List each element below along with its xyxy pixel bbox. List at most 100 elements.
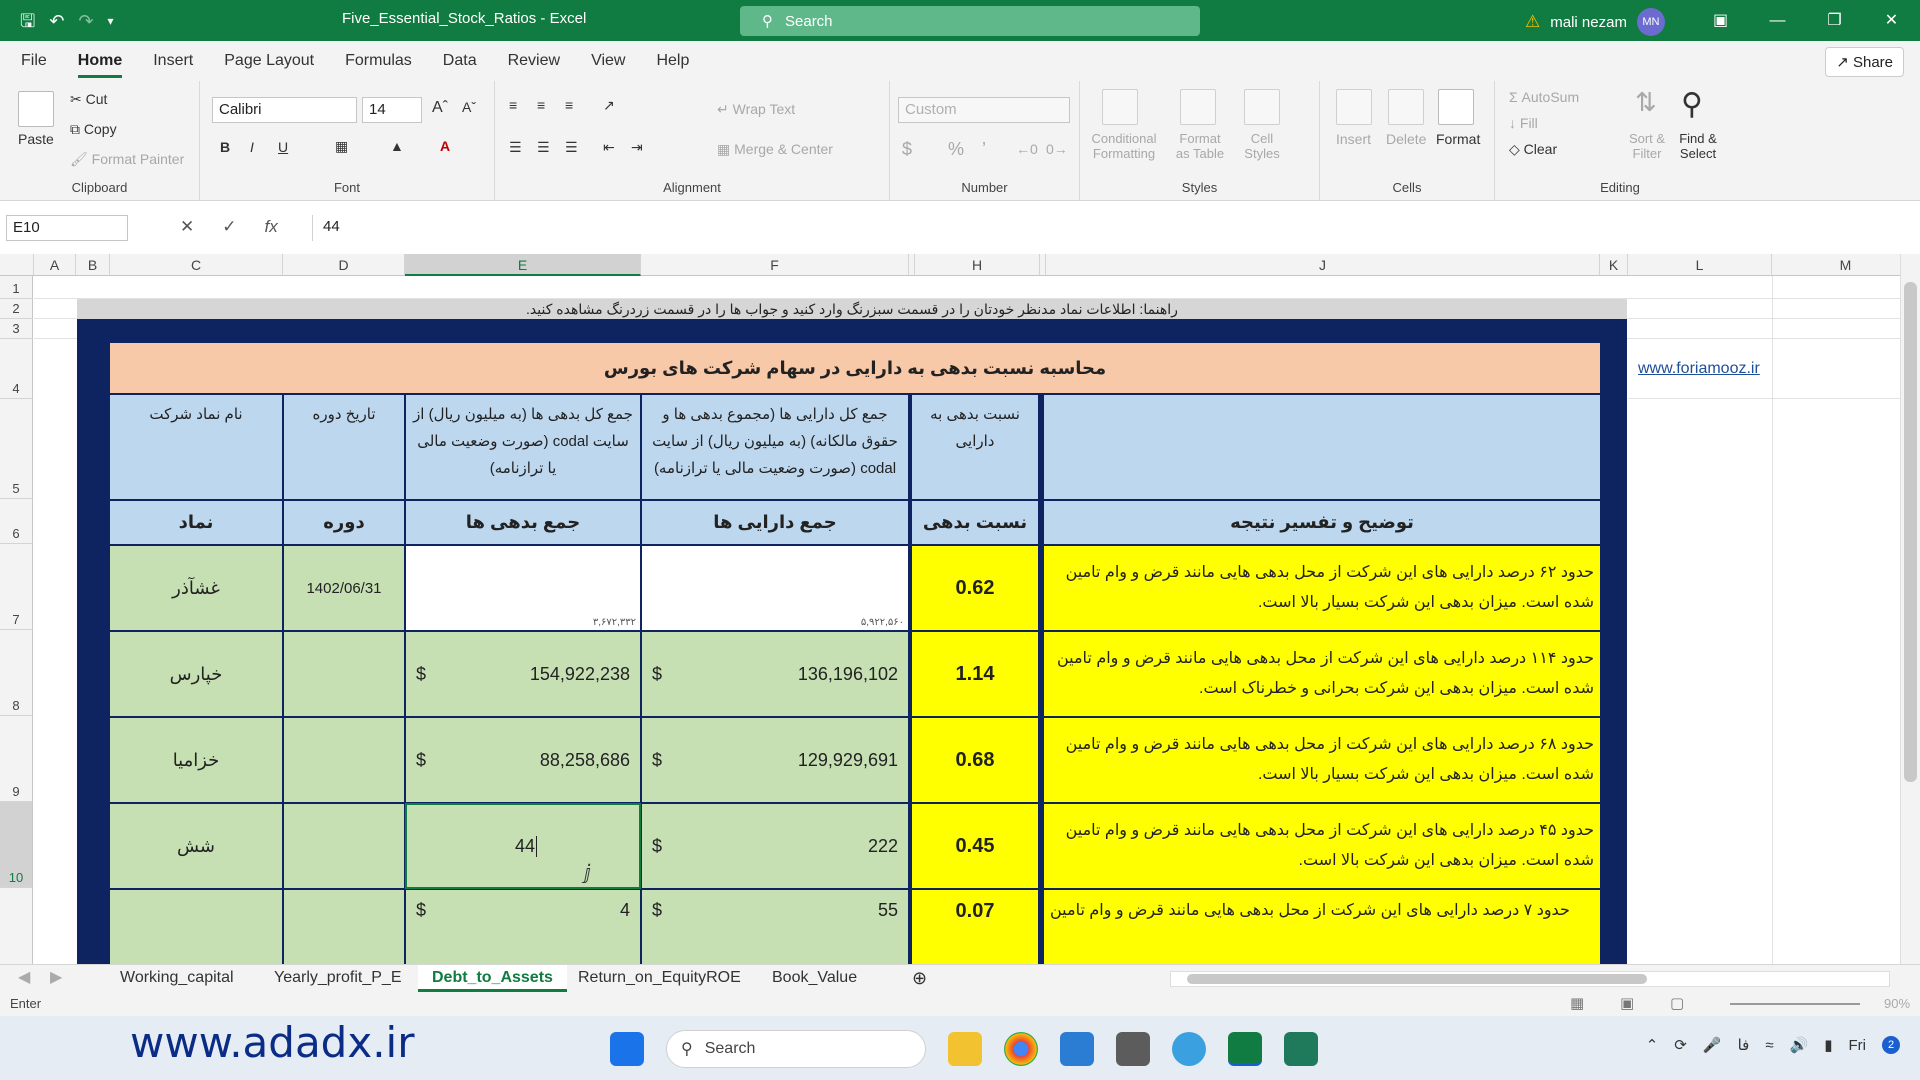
sort-filter-button[interactable]: Sort & Filter bbox=[1625, 131, 1669, 161]
cell-period[interactable]: 1402/06/31 bbox=[284, 546, 404, 630]
windows-start-icon[interactable] bbox=[610, 1032, 644, 1066]
tab-data[interactable]: Data bbox=[443, 41, 477, 81]
increase-font-icon[interactable]: Aˆ bbox=[432, 99, 448, 117]
website-link[interactable]: www.foriamooz.ir bbox=[1638, 360, 1760, 378]
tab-page-layout[interactable]: Page Layout bbox=[224, 41, 314, 81]
sheet-tab-yearly-profit[interactable]: Yearly_profit_P_E bbox=[260, 965, 416, 992]
customize-qat-icon[interactable]: ▾ bbox=[108, 15, 114, 27]
font-name-select[interactable]: Calibri bbox=[212, 97, 357, 123]
align-bottom-icon[interactable]: ≡ bbox=[565, 97, 573, 113]
calculator-icon[interactable] bbox=[1116, 1032, 1150, 1066]
column-header-k[interactable]: K bbox=[1600, 254, 1628, 276]
app-icon[interactable] bbox=[1172, 1032, 1206, 1066]
column-header-c[interactable]: C bbox=[110, 254, 283, 276]
normal-view-icon[interactable]: ▦ bbox=[1570, 994, 1584, 1012]
sheet-tab-working-capital[interactable]: Working_capital bbox=[106, 965, 248, 992]
bold-button[interactable]: B bbox=[220, 139, 230, 155]
page-break-view-icon[interactable]: ▢ bbox=[1670, 994, 1684, 1012]
cell-assets[interactable]: $ 222 bbox=[642, 804, 908, 888]
format-painter-button[interactable]: 🖌 Format Painter bbox=[70, 151, 184, 168]
increase-indent-icon[interactable]: ⇥ bbox=[631, 139, 643, 156]
currency-icon[interactable]: $ bbox=[902, 139, 912, 160]
column-header-b[interactable]: B bbox=[76, 254, 110, 276]
chevron-up-icon[interactable]: ⌃ bbox=[1646, 1036, 1659, 1054]
cell-explain[interactable]: حدود ۶۲ درصد دارایی های این شرکت از محل … bbox=[1044, 546, 1600, 630]
format-cells-icon[interactable] bbox=[1438, 89, 1474, 125]
fill-color-icon[interactable]: ▲ bbox=[390, 138, 404, 154]
name-box[interactable]: E10 bbox=[6, 215, 128, 241]
sheet-tab-return-on-equity[interactable]: Return_on_EquityROE bbox=[564, 965, 755, 992]
file-explorer-icon[interactable] bbox=[948, 1032, 982, 1066]
cell-explain[interactable]: حدود ۷ درصد دارایی های این شرکت از محل ب… bbox=[1044, 890, 1600, 964]
column-header-l[interactable]: L bbox=[1628, 254, 1772, 276]
tab-home[interactable]: Home bbox=[77, 41, 123, 81]
formula-input[interactable]: 44 bbox=[312, 215, 1908, 241]
zoom-slider[interactable] bbox=[1730, 1003, 1860, 1005]
decrease-decimal-icon[interactable]: 0→ bbox=[1046, 141, 1068, 157]
row-header-7[interactable]: 7 bbox=[0, 544, 33, 630]
insert-cells-icon[interactable] bbox=[1336, 89, 1372, 125]
cell-period[interactable] bbox=[284, 804, 404, 888]
fill-button[interactable]: ↓ Fill bbox=[1509, 115, 1538, 131]
taskbar-search[interactable]: ⚲ Search bbox=[666, 1030, 926, 1068]
cell-period[interactable] bbox=[284, 632, 404, 716]
day-label[interactable]: Fri bbox=[1849, 1037, 1867, 1054]
page-layout-view-icon[interactable]: ▣ bbox=[1620, 994, 1634, 1012]
delete-cells-icon[interactable] bbox=[1388, 89, 1424, 125]
cell-explain[interactable]: حدود ۶۸ درصد دارایی های این شرکت از محل … bbox=[1044, 718, 1600, 802]
save-icon[interactable]: 🖫 bbox=[20, 12, 35, 30]
notepad-icon[interactable] bbox=[1060, 1032, 1094, 1066]
tab-insert[interactable]: Insert bbox=[153, 41, 193, 81]
cell-symbol[interactable] bbox=[110, 890, 282, 964]
search-box[interactable]: ⚲ Search bbox=[740, 6, 1200, 36]
cell-ratio[interactable]: 0.45 bbox=[912, 804, 1038, 888]
volume-icon[interactable]: 🔊 bbox=[1790, 1036, 1809, 1054]
microphone-icon[interactable]: 🎤 bbox=[1703, 1036, 1722, 1054]
find-select-button[interactable]: Find & Select bbox=[1673, 131, 1723, 161]
vertical-scroll-thumb[interactable] bbox=[1904, 282, 1917, 782]
decrease-indent-icon[interactable]: ⇤ bbox=[603, 139, 615, 156]
orientation-icon[interactable]: ↗ bbox=[603, 97, 615, 114]
merge-center-button[interactable]: ▦ Merge & Center bbox=[717, 141, 833, 158]
column-header-e[interactable]: E bbox=[405, 254, 641, 276]
tab-formulas[interactable]: Formulas bbox=[345, 41, 412, 81]
tab-help[interactable]: Help bbox=[656, 41, 689, 81]
cell-debts[interactable]: $ 4 bbox=[406, 890, 640, 964]
sort-icon[interactable]: ⇅ bbox=[1635, 87, 1657, 118]
cell-period[interactable] bbox=[284, 718, 404, 802]
align-right-icon[interactable]: ☰ bbox=[565, 139, 578, 156]
row-header-11[interactable] bbox=[0, 888, 33, 964]
cell-explain[interactable]: حدود ۱۱۴ درصد دارایی های این شرکت از محل… bbox=[1044, 632, 1600, 716]
camtasia-icon[interactable] bbox=[1284, 1032, 1318, 1066]
conditional-formatting-button[interactable]: Conditional Formatting bbox=[1090, 131, 1158, 161]
horizontal-scroll-thumb[interactable] bbox=[1187, 974, 1647, 984]
cell-ratio[interactable]: 0.62 bbox=[912, 546, 1038, 630]
cell-symbol[interactable]: شش bbox=[110, 804, 282, 888]
row-header-4[interactable]: 4 bbox=[0, 339, 33, 399]
excel-taskbar-icon[interactable] bbox=[1228, 1032, 1262, 1066]
cell-symbol[interactable]: غشآذر bbox=[110, 546, 282, 630]
vertical-scrollbar[interactable] bbox=[1900, 254, 1920, 964]
cell-explain[interactable]: حدود ۴۵ درصد دارایی های این شرکت از محل … bbox=[1044, 804, 1600, 888]
undo-icon[interactable]: ↶ bbox=[49, 12, 64, 30]
cell-ratio[interactable]: 0.07 bbox=[912, 890, 1038, 964]
cell-assets[interactable]: ۵,۹۲۲,۵۶۰ bbox=[642, 546, 908, 630]
align-center-icon[interactable]: ☰ bbox=[537, 139, 550, 156]
redo-icon[interactable]: ↷ bbox=[78, 12, 93, 30]
cell-styles-icon[interactable] bbox=[1244, 89, 1280, 125]
worksheet-grid[interactable]: A B C D E F H J K L M 1 2 3 4 5 6 7 8 9 … bbox=[0, 254, 1920, 964]
cell-assets[interactable]: $ 129,929,691 bbox=[642, 718, 908, 802]
sheet-tab-book-value[interactable]: Book_Value bbox=[758, 965, 871, 992]
insert-cells-button[interactable]: Insert bbox=[1336, 131, 1371, 147]
cell-debts[interactable]: $ 88,258,686 bbox=[406, 718, 640, 802]
restore-icon[interactable]: ❐ bbox=[1806, 0, 1863, 41]
wifi-icon[interactable]: ≈ bbox=[1765, 1037, 1773, 1054]
conditional-formatting-icon[interactable] bbox=[1102, 89, 1138, 125]
row-header-9[interactable]: 9 bbox=[0, 716, 33, 802]
sheet-tab-debt-to-assets[interactable]: Debt_to_Assets bbox=[418, 965, 567, 992]
borders-icon[interactable]: ▦ bbox=[335, 138, 348, 155]
column-header-a[interactable]: A bbox=[34, 254, 76, 276]
cell-debts[interactable]: ۳,۶۷۲,۳۳۲ bbox=[406, 546, 640, 630]
column-header-j[interactable]: J bbox=[1046, 254, 1600, 276]
row-header-10[interactable]: 10 bbox=[0, 802, 33, 888]
